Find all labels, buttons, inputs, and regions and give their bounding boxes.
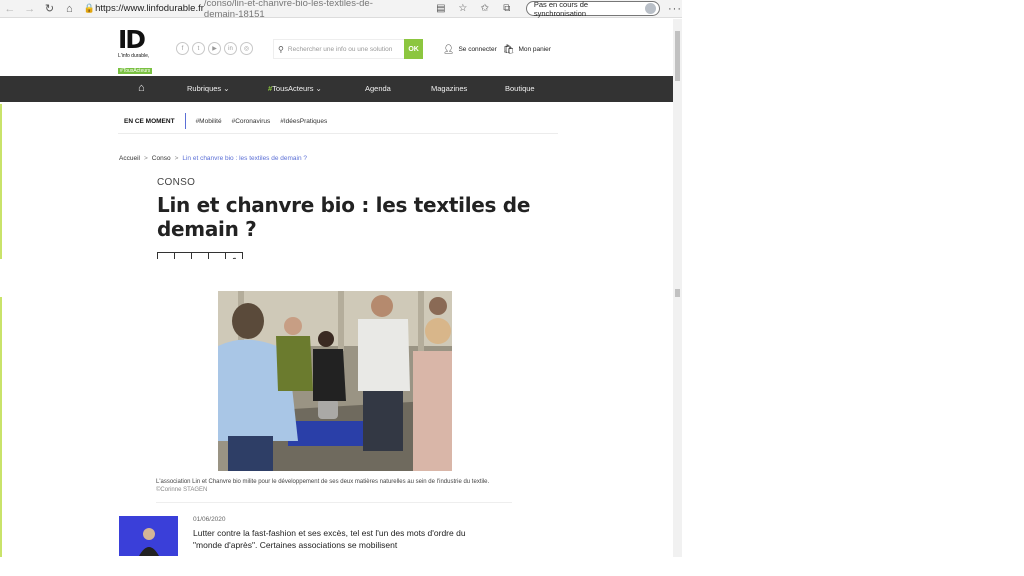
lock-icon: 🔒 (83, 3, 95, 13)
home-icon[interactable]: ⌂ (59, 0, 79, 18)
left-accent-line (0, 297, 2, 557)
page-gap (0, 259, 682, 276)
trending-tag-idees-pratiques[interactable]: #IdéesPratiques (280, 118, 327, 125)
photo-credit: ©Corinne STAGEN (156, 487, 208, 493)
nav-item-rubriques[interactable]: Rubriques ⌄ (187, 84, 230, 93)
article-title: Lin et chanvre bio : les textiles de dem… (157, 193, 531, 241)
url-host: https://www.linfodurable.fr (95, 3, 204, 14)
social-links: f t ▶ in ◎ (176, 42, 253, 55)
browser-toolbar: ← → ↻ ⌂ 🔒 https://www.linfodurable.fr/co… (0, 0, 682, 20)
linkedin-icon[interactable]: in (224, 42, 237, 55)
search-icon: ⚲ (278, 44, 284, 54)
more-icon[interactable]: ··· (668, 3, 682, 15)
logo-hashtag: #TousActeurs (118, 68, 153, 74)
refresh-icon[interactable]: ↻ (40, 0, 60, 18)
search-box: ⚲ OK (273, 39, 423, 59)
sync-profile-button[interactable]: Pas en cours de synchronisation (525, 0, 660, 18)
instagram-icon[interactable]: ◎ (240, 42, 253, 55)
nav-item-agenda[interactable]: Agenda (365, 84, 391, 93)
url-path: /conso/lin-et-chanvre-bio-les-textiles-d… (203, 0, 373, 20)
trending-tag-mobilite[interactable]: #Mobilité (196, 118, 222, 125)
site-logo[interactable]: ID L'info durable, #TousActeurs (118, 25, 166, 74)
article-photo (218, 291, 452, 471)
breadcrumb-section[interactable]: Conso (152, 155, 171, 162)
trending-divider (184, 113, 186, 129)
article-category[interactable]: CONSO (157, 177, 195, 188)
avatar (645, 3, 656, 14)
trending-tag-coronavirus[interactable]: #Coronavirus (232, 118, 271, 125)
vertical-scrollbar[interactable] (673, 19, 682, 557)
user-icon: 👤︎ (443, 44, 455, 54)
scrollbar-thumb[interactable] (675, 289, 680, 297)
search-ok-button[interactable]: OK (404, 39, 423, 59)
breadcrumb: Accueil > Conso > Lin et chanvre bio : les t… (119, 155, 308, 162)
logo-tagline: L'info durable, (118, 53, 150, 59)
forward-icon[interactable]: → (20, 0, 40, 18)
breadcrumb-home[interactable]: Accueil (119, 155, 140, 162)
photo-illustration (218, 291, 452, 471)
main-navigation: ⌂ Rubriques ⌄ #TousActeurs ⌄ Agenda Maga… (0, 76, 673, 102)
login-label: Se connecter (458, 46, 497, 53)
bag-icon: 🛍︎ (503, 44, 515, 54)
favorite-star-icon[interactable]: ☆ (452, 3, 474, 14)
article-date: 01/06/2020 (193, 516, 226, 523)
address-bar[interactable]: 🔒 https://www.linfodurable.fr/conso/lin-… (83, 0, 400, 20)
cart-label: Mon panier (518, 46, 551, 53)
youtube-icon[interactable]: ▶ (208, 42, 221, 55)
search-input[interactable] (287, 42, 405, 56)
nav-item-tousacteurs[interactable]: #TousActeurs ⌄ (268, 84, 322, 93)
thumbnail-illustration (119, 516, 178, 556)
sync-label: Pas en cours de synchronisation (533, 0, 589, 18)
caption-text: L'association Lin et Chanvre bio milite … (156, 479, 490, 485)
trending-label: EN CE MOMENT (124, 117, 175, 125)
favorites-bar-icon[interactable]: ✩ (474, 3, 496, 14)
facebook-icon[interactable]: f (176, 42, 189, 55)
article-lead: Lutter contre la fast-fashion et ses exc… (193, 528, 466, 550)
divider (118, 133, 558, 134)
home-nav-icon[interactable]: ⌂ (138, 82, 145, 94)
back-icon[interactable]: ← (0, 0, 20, 18)
reading-view-icon[interactable]: ▤ (430, 3, 452, 14)
author-thumbnail (119, 516, 178, 556)
web-page: ID L'info durable, #TousActeurs f t ▶ in… (0, 19, 682, 576)
photo-caption: L'association Lin et Chanvre bio milite … (156, 478, 516, 494)
cart-link[interactable]: 🛍︎ Mon panier (503, 44, 551, 55)
scrollbar-thumb[interactable] (675, 31, 680, 81)
nav-item-tousacteurs-label: TousActeurs ⌄ (272, 84, 322, 93)
left-accent-line (0, 104, 2, 274)
nav-item-boutique[interactable]: Boutique (505, 84, 535, 93)
breadcrumb-current[interactable]: Lin et chanvre bio : les textiles de dem… (182, 155, 307, 162)
logo-mark: ID (118, 25, 146, 54)
nav-item-magazines[interactable]: Magazines (431, 84, 467, 93)
trending-bar: EN CE MOMENT #Mobilité #Coronavirus #Idé… (124, 113, 337, 129)
twitter-icon[interactable]: t (192, 42, 205, 55)
login-link[interactable]: 👤︎ Se connecter (443, 44, 497, 55)
collections-icon[interactable]: ⧉ (496, 3, 518, 14)
divider (156, 502, 512, 503)
